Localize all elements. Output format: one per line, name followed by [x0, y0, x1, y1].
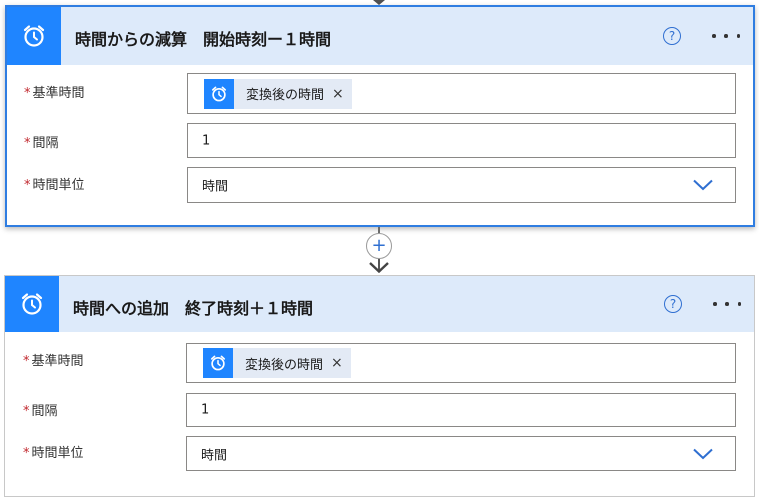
- field-label-base-time: * 基準時間: [23, 350, 84, 369]
- action-title[interactable]: 時間からの減算 開始時刻ー１時間: [75, 26, 331, 50]
- required-marker: *: [24, 86, 31, 101]
- alarm-clock-icon: [203, 348, 233, 378]
- time-unit-dropdown[interactable]: 時間: [186, 436, 736, 471]
- alarm-clock-icon: [204, 78, 234, 109]
- alarm-clock-icon: [23, 25, 45, 47]
- action-icon-box: [5, 276, 59, 332]
- alarm-clock-icon: [21, 293, 43, 315]
- token-label: 変換後の時間: [246, 88, 325, 103]
- label-text: 時間単位: [31, 446, 84, 461]
- action-title[interactable]: 時間への追加 終了時刻＋１時間: [73, 295, 313, 319]
- token-remove-icon[interactable]: ×: [331, 355, 351, 371]
- base-time-input[interactable]: 変換後の時間 ×: [186, 343, 736, 383]
- insert-step-button[interactable]: +: [366, 233, 392, 259]
- action-card-subtract-time[interactable]: 時間からの減算 開始時刻ー１時間 ? * 基準時間 変換後の時間 × * 間隔 …: [5, 5, 755, 227]
- required-marker: *: [23, 446, 30, 461]
- time-unit-value: 時間: [201, 448, 228, 463]
- base-time-input[interactable]: 変換後の時間 ×: [187, 73, 736, 114]
- required-marker: *: [24, 136, 31, 151]
- field-label-interval: * 間隔: [24, 132, 59, 151]
- connector-arrow-icon: [369, 259, 389, 273]
- label-text: 時間単位: [32, 178, 85, 193]
- field-label-base-time: * 基準時間: [24, 82, 85, 101]
- dynamic-content-token[interactable]: 変換後の時間 ×: [203, 348, 351, 378]
- field-label-interval: * 間隔: [23, 400, 58, 419]
- action-card-add-time[interactable]: 時間への追加 終了時刻＋１時間 ? * 基準時間 変換後の時間 × * 間隔 1…: [4, 275, 755, 497]
- dynamic-content-token[interactable]: 変換後の時間 ×: [204, 78, 352, 109]
- time-unit-dropdown[interactable]: 時間: [187, 167, 736, 203]
- label-text: 基準時間: [31, 354, 84, 369]
- more-options-icon[interactable]: [712, 31, 740, 41]
- required-marker: *: [23, 404, 30, 419]
- time-unit-value: 時間: [202, 179, 229, 195]
- action-icon-box: [7, 7, 61, 65]
- interval-input[interactable]: 1: [187, 123, 736, 158]
- help-icon[interactable]: ?: [664, 295, 682, 313]
- card-header[interactable]: 時間への追加 終了時刻＋１時間 ?: [5, 276, 754, 332]
- required-marker: *: [24, 178, 31, 193]
- help-icon[interactable]: ?: [663, 27, 681, 45]
- interval-value: 1: [202, 133, 211, 148]
- token-label: 変換後の時間: [245, 357, 324, 373]
- more-options-icon[interactable]: [713, 299, 741, 309]
- label-text: 間隔: [31, 404, 58, 419]
- field-label-time-unit: * 時間単位: [24, 174, 85, 193]
- chevron-down-icon[interactable]: [693, 448, 713, 460]
- field-label-time-unit: * 時間単位: [23, 442, 84, 461]
- chevron-down-icon[interactable]: [693, 179, 713, 191]
- flow-canvas: 時間からの減算 開始時刻ー１時間 ? * 基準時間 変換後の時間 × * 間隔 …: [0, 0, 759, 499]
- label-text: 基準時間: [32, 86, 85, 101]
- label-text: 間隔: [32, 136, 59, 151]
- token-remove-icon[interactable]: ×: [332, 86, 352, 102]
- interval-value: 1: [201, 402, 210, 418]
- required-marker: *: [23, 354, 30, 369]
- interval-input[interactable]: 1: [186, 393, 736, 427]
- card-header[interactable]: 時間からの減算 開始時刻ー１時間 ?: [7, 7, 753, 65]
